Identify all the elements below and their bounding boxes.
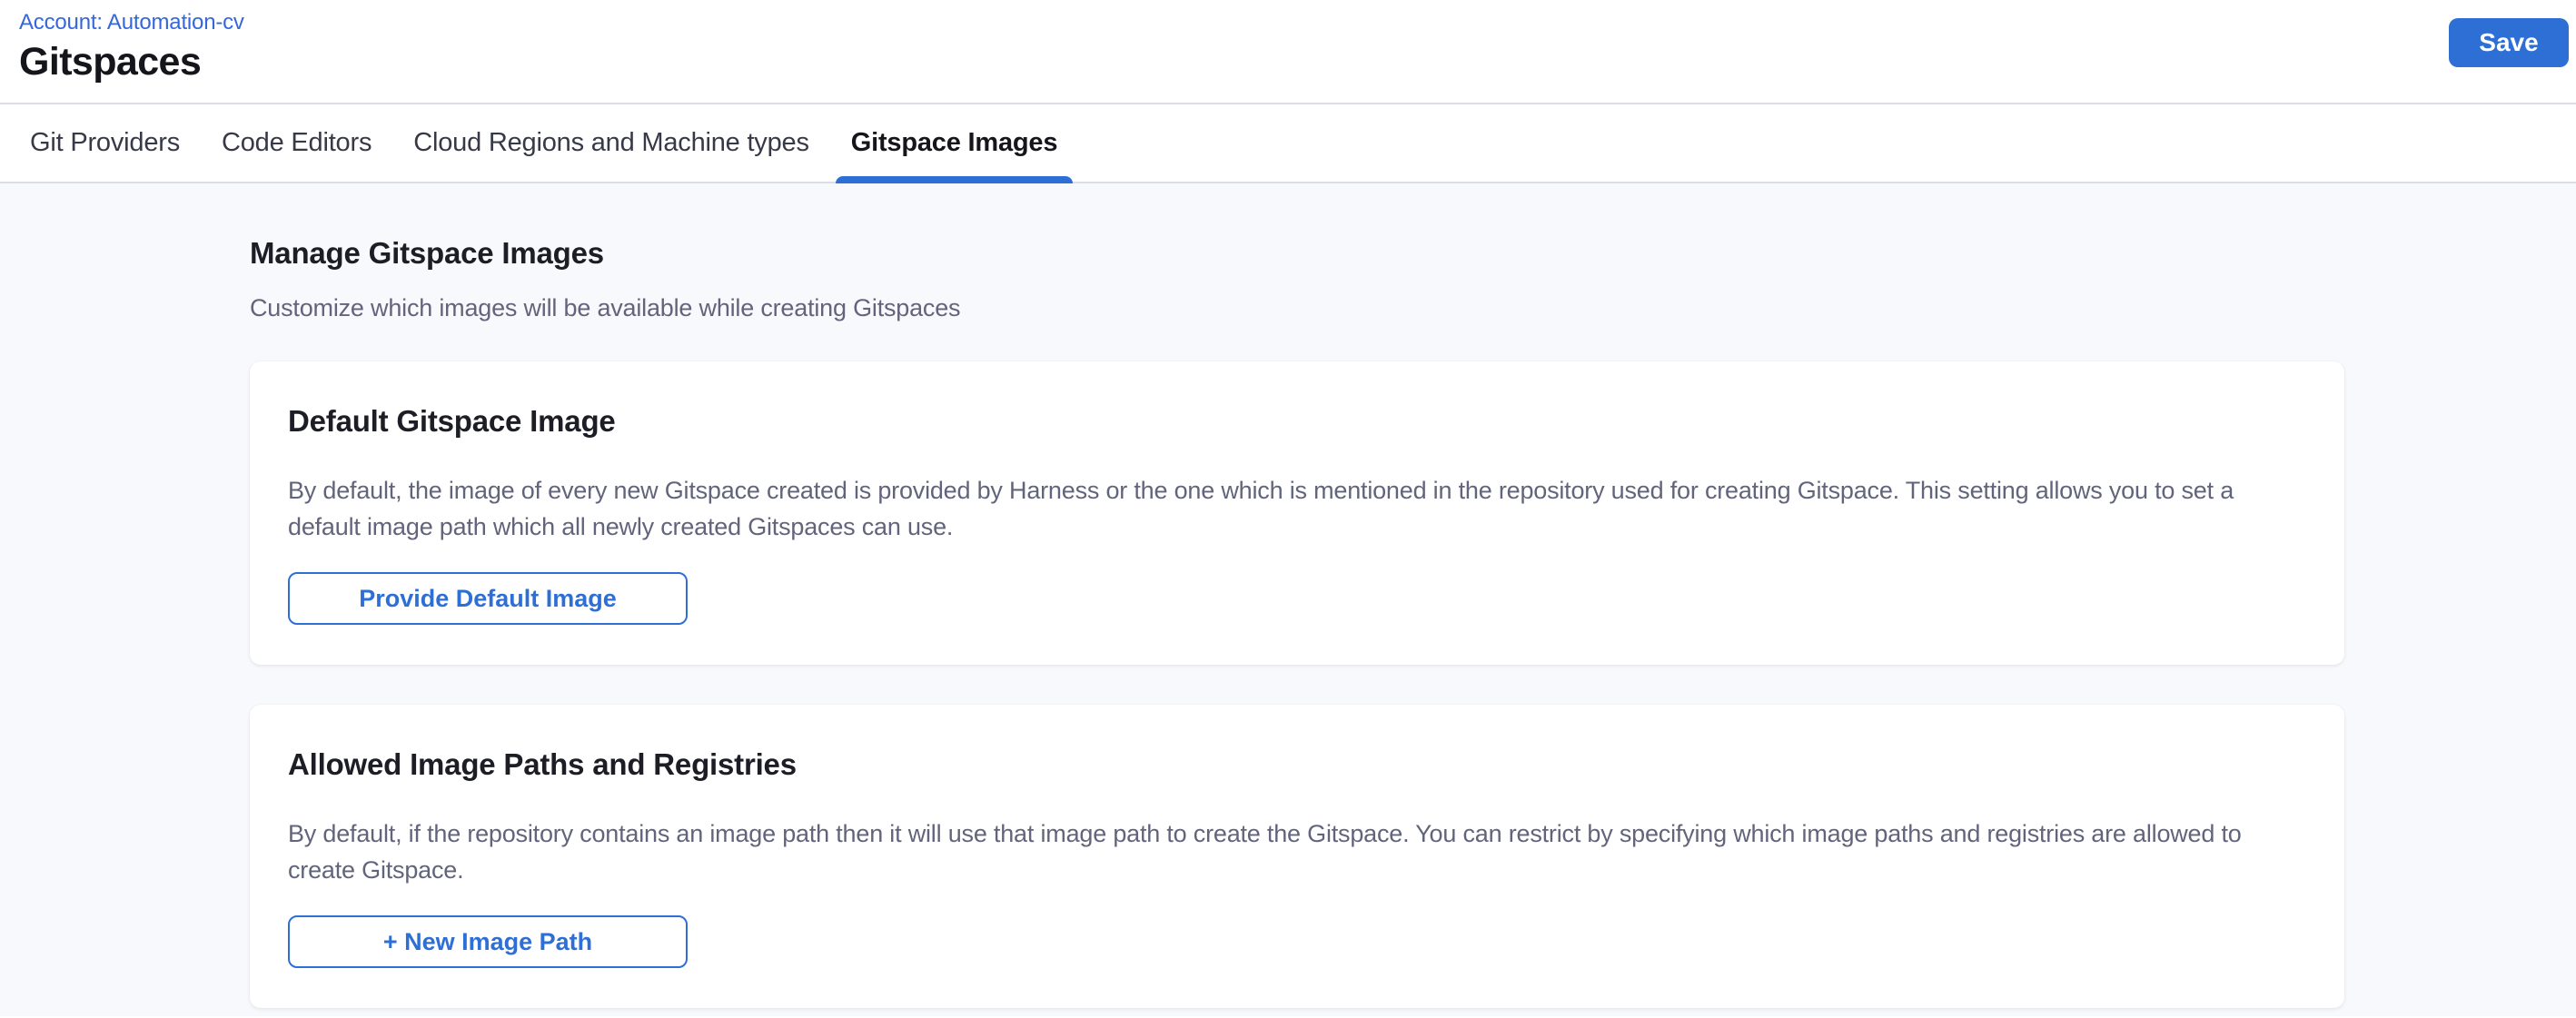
section-subheading: Customize which images will be available… <box>250 292 2344 323</box>
gitspace-images-panel: Manage Gitspace Images Customize which i… <box>0 183 2576 1016</box>
account-breadcrumb-link[interactable]: Account: Automation-cv <box>19 8 244 37</box>
default-gitspace-image-card: Default Gitspace Image By default, the i… <box>250 361 2344 665</box>
tab-gitspace-images[interactable]: Gitspace Images <box>836 104 1074 182</box>
new-image-path-button[interactable]: + New Image Path <box>288 915 688 968</box>
tab-code-editors[interactable]: Code Editors <box>206 104 387 182</box>
page-title: Gitspaces <box>19 39 2576 84</box>
provide-default-image-button[interactable]: Provide Default Image <box>288 572 688 625</box>
active-tab-underline <box>836 176 1074 183</box>
allowed-image-paths-title: Allowed Image Paths and Registries <box>288 745 2306 785</box>
save-button[interactable]: Save <box>2449 18 2569 67</box>
allowed-image-paths-card: Allowed Image Paths and Registries By de… <box>250 705 2344 1008</box>
allowed-image-paths-description: By default, if the repository contains a… <box>288 815 2306 888</box>
section-heading: Manage Gitspace Images <box>250 234 2344 272</box>
tab-gitspace-images-label: Gitspace Images <box>851 128 1058 158</box>
default-gitspace-image-description: By default, the image of every new Gitsp… <box>288 472 2306 545</box>
tab-git-providers[interactable]: Git Providers <box>15 104 195 182</box>
tab-cloud-regions-and-machine-types[interactable]: Cloud Regions and Machine types <box>398 104 825 182</box>
settings-tabbar: Git Providers Code Editors Cloud Regions… <box>0 104 2576 183</box>
page-header: Account: Automation-cv Gitspaces Save <box>0 0 2576 104</box>
default-gitspace-image-title: Default Gitspace Image <box>288 401 2306 441</box>
